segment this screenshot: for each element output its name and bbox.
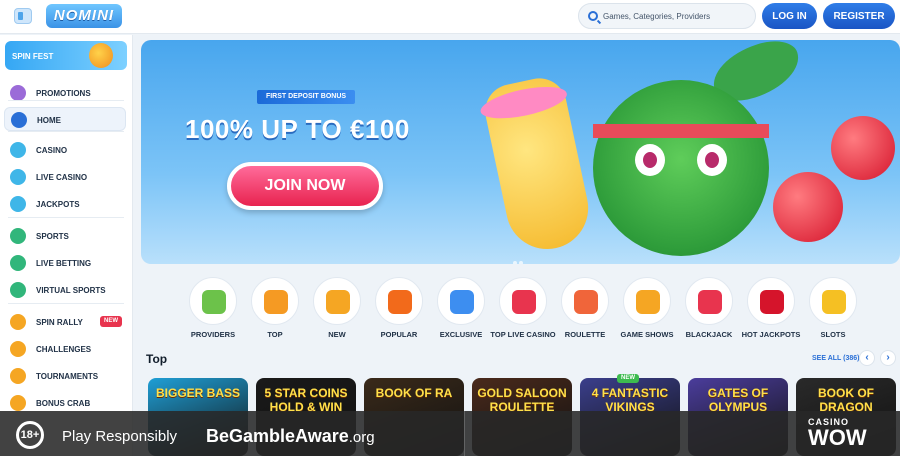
game-title: BOOK OF RA bbox=[375, 386, 453, 400]
gift-icon bbox=[10, 85, 26, 101]
sidebar-item-spin-rally[interactable]: SPIN RALLY NEW bbox=[4, 310, 126, 334]
spin-fest-banner[interactable]: SPIN FEST bbox=[5, 41, 127, 70]
sidebar-item-challenges[interactable]: CHALLENGES bbox=[4, 337, 126, 361]
sidebar: SPIN FEST PROMOTIONS HOME CASINO LIVE CASIN… bbox=[0, 35, 133, 456]
sidebar-divider bbox=[8, 217, 124, 218]
lightning-icon bbox=[326, 290, 350, 314]
sidebar-item-label: CASINO bbox=[36, 146, 68, 155]
home-icon bbox=[11, 112, 27, 128]
section-title: Top bbox=[146, 352, 168, 366]
cherry-icon bbox=[831, 116, 895, 180]
prev-arrow-icon[interactable]: ‹ bbox=[859, 350, 875, 366]
register-button[interactable]: REGISTER bbox=[823, 3, 895, 29]
responsible-gambling-bar: 18+ Play Responsibly BeGambleAware.org C… bbox=[0, 411, 900, 456]
top-header: NOMINI LOG IN REGISTER bbox=[0, 0, 900, 34]
see-all-link[interactable]: SEE ALL (386) bbox=[812, 355, 859, 362]
casino-wow-bottom: WOW bbox=[808, 425, 867, 450]
sidebar-item-virtual-sports[interactable]: VIRTUAL SPORTS bbox=[4, 278, 126, 302]
live-casino-icon bbox=[10, 169, 26, 185]
nomini-logo[interactable]: NOMINI bbox=[46, 4, 122, 28]
game-title: 5 STAR COINS HOLD & WIN bbox=[264, 386, 348, 414]
sidebar-item-live-betting[interactable]: LIVE BETTING bbox=[4, 251, 126, 275]
mascot-icon bbox=[89, 43, 113, 68]
sidebar-item-sports[interactable]: SPORTS bbox=[4, 224, 126, 248]
sidebar-item-label: LIVE CASINO bbox=[36, 173, 88, 182]
providers-icon bbox=[202, 290, 226, 314]
category-label: SLOTS bbox=[820, 330, 846, 339]
begambleaware-text: BeGambleAware bbox=[206, 426, 349, 446]
sidebar-item-label: HOME bbox=[37, 116, 61, 125]
sidebar-item-label: BONUS CRAB bbox=[36, 399, 91, 408]
sidebar-item-label: PROMOTIONS bbox=[36, 89, 91, 98]
sidebar-item-promotions[interactable]: PROMOTIONS bbox=[4, 81, 126, 105]
game-title: GATES OF OLYMPUS bbox=[707, 386, 769, 414]
sidebar-divider bbox=[8, 100, 124, 101]
sidebar-item-casino[interactable]: CASINO bbox=[4, 138, 126, 162]
sports-icon bbox=[10, 228, 26, 244]
sidebar-item-label: LIVE BETTING bbox=[36, 259, 92, 268]
sidebar-item-label: SPORTS bbox=[36, 232, 69, 241]
sidebar-item-jackpots[interactable]: JACKPOTS bbox=[4, 192, 126, 216]
spin-rally-icon bbox=[10, 314, 26, 330]
banner-headline: 100% UP TO €100 bbox=[185, 114, 410, 144]
search-icon bbox=[588, 11, 598, 21]
sidebar-divider bbox=[8, 303, 124, 304]
login-button[interactable]: LOG IN bbox=[762, 3, 817, 29]
watermelon-character-icon bbox=[593, 80, 769, 256]
banner-tag: FIRST DEPOSIT BONUS bbox=[257, 90, 355, 104]
sidebar-item-label: CHALLENGES bbox=[36, 345, 92, 354]
game-title: BOOK OF DRAGON bbox=[818, 386, 874, 414]
banana-character-icon bbox=[477, 73, 596, 257]
sidebar-toggle-icon[interactable] bbox=[14, 8, 32, 24]
sidebar-item-label: SPIN RALLY bbox=[36, 318, 83, 327]
spin-fest-label: SPIN FEST bbox=[12, 52, 54, 61]
sidebar-divider bbox=[8, 131, 124, 132]
tournaments-icon bbox=[10, 368, 26, 384]
casino-icon bbox=[10, 142, 26, 158]
begambleaware-suffix: .org bbox=[348, 429, 375, 446]
challenges-icon bbox=[10, 341, 26, 357]
play-responsibly-text: Play Responsibly bbox=[62, 428, 178, 445]
game-title: GOLD SALOON ROULETTE bbox=[477, 386, 567, 414]
begambleaware-logo[interactable]: BeGambleAware.org bbox=[206, 426, 375, 447]
join-now-button[interactable]: JOIN NOW bbox=[227, 162, 383, 210]
new-badge: NEW bbox=[617, 374, 639, 383]
sidebar-item-label: JACKPOTS bbox=[36, 200, 80, 209]
search-input[interactable] bbox=[603, 8, 751, 24]
slots-icon bbox=[822, 290, 846, 314]
chili-icon bbox=[760, 290, 784, 314]
bonus-crab-icon bbox=[10, 395, 26, 411]
virtual-sports-icon bbox=[10, 282, 26, 298]
next-arrow-icon[interactable]: › bbox=[880, 350, 896, 366]
sidebar-item-tournaments[interactable]: TOURNAMENTS bbox=[4, 364, 126, 388]
promo-banner[interactable]: FIRST DEPOSIT BONUS 100% UP TO €100 JOIN… bbox=[141, 40, 900, 264]
fire-icon bbox=[388, 290, 412, 314]
crown-icon bbox=[264, 290, 288, 314]
roulette-icon bbox=[574, 290, 598, 314]
live-chip-icon bbox=[512, 290, 536, 314]
casino-wow-logo: CASINO WOW bbox=[808, 417, 884, 453]
game-title: 4 FANTASTIC VIKINGS bbox=[591, 386, 669, 414]
age-18-icon: 18+ bbox=[16, 421, 44, 449]
cards-icon bbox=[698, 290, 722, 314]
new-badge: NEW bbox=[100, 316, 122, 327]
live-betting-icon bbox=[10, 255, 26, 271]
sidebar-item-label: VIRTUAL SPORTS bbox=[36, 286, 106, 295]
sidebar-item-live-casino[interactable]: LIVE CASINO bbox=[4, 165, 126, 189]
cherry-icon bbox=[773, 172, 843, 242]
sidebar-item-home[interactable]: HOME bbox=[4, 107, 126, 131]
sidebar-item-label: TOURNAMENTS bbox=[36, 372, 99, 381]
carousel-dots[interactable] bbox=[513, 252, 527, 264]
jackpots-icon bbox=[10, 196, 26, 212]
search-box[interactable] bbox=[578, 3, 756, 29]
orange-icon bbox=[636, 290, 660, 314]
game-title: BIGGER BASS bbox=[155, 386, 240, 400]
diamond-icon bbox=[450, 290, 474, 314]
